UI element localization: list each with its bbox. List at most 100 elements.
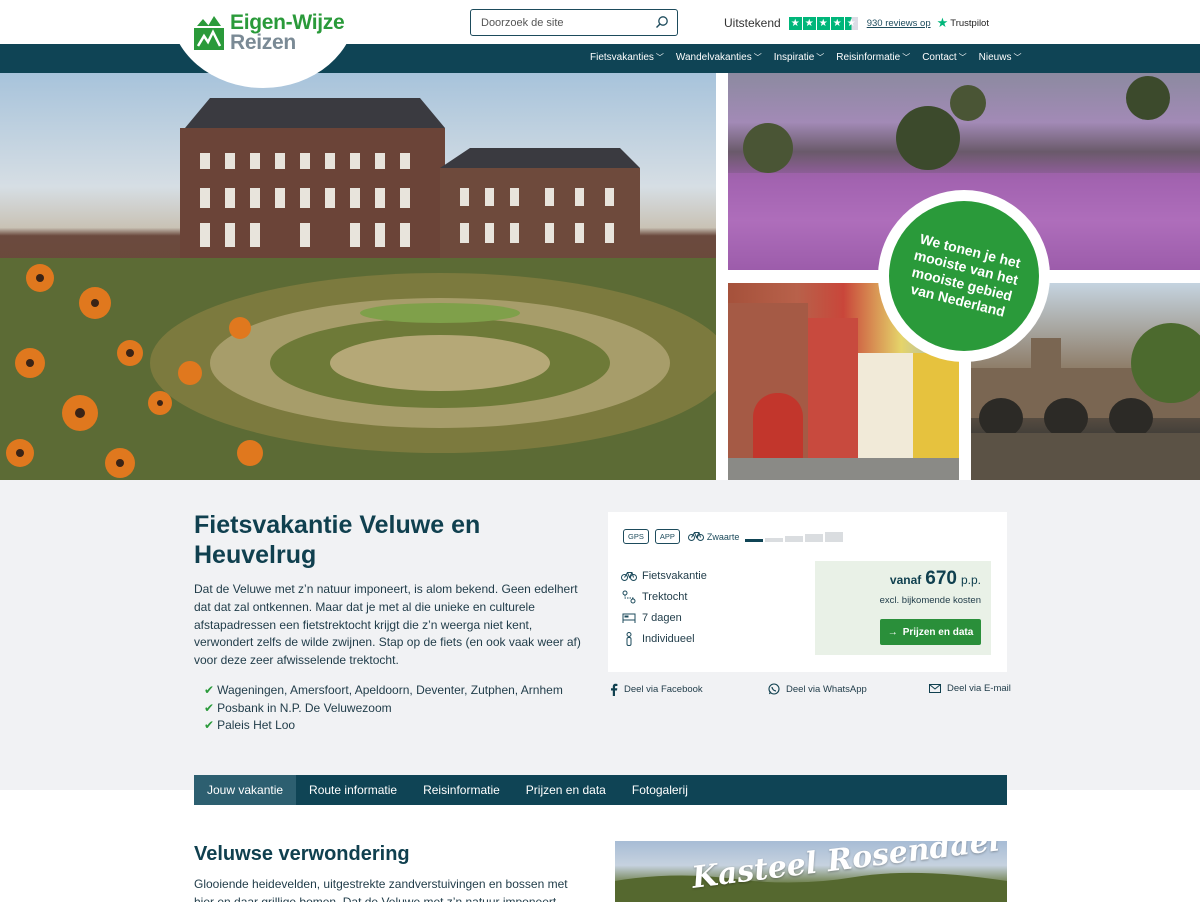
nav-label: Nieuws — [978, 52, 1012, 63]
star-half-icon: ★ — [844, 16, 858, 30]
share-whatsapp-link[interactable]: Deel via WhatsApp — [768, 683, 867, 695]
trip-tags: GPS APP Zwaarte — [623, 529, 845, 544]
feature-label: 7 dagen — [642, 611, 682, 624]
price-unit: p.p. — [960, 573, 981, 587]
difficulty-bar — [805, 533, 824, 542]
main-nav: Fietsvakanties ﹀ Wandelvakanties ﹀ Inspira… — [0, 44, 1200, 73]
highlight-text: Posbank in N.P. De Veluwezoom — [217, 700, 392, 715]
intro-section: Fietsvakantie Veluwe en Heuvelrug Dat de… — [0, 480, 1200, 790]
price-box: vanaf 670 p.p. excl. bijkomende kosten →… — [815, 561, 991, 655]
castle-photo: Kasteel Rosendael — [615, 841, 1007, 902]
difficulty-bars — [745, 531, 845, 542]
tab-prijzen-en-data[interactable]: Prijzen en data — [513, 775, 619, 805]
trustpilot-logo[interactable]: ★ Trustpilot — [937, 15, 989, 31]
highlight-text: Wageningen, Amersfoort, Apeldoorn, Deven… — [217, 683, 563, 697]
star-icon: ★ — [830, 16, 844, 30]
intro-text: Dat de Veluwe met z’n natuur imponeert, … — [194, 582, 581, 668]
list-item: ✔ Wageningen, Amersfoort, Apeldoorn, Deve… — [204, 682, 563, 700]
person-icon — [621, 631, 637, 646]
highlights-list: ✔ Wageningen, Amersfoort, Apeldoorn, Deve… — [204, 682, 563, 735]
nav-label: Fietsvakanties — [590, 52, 654, 63]
tab-route-informatie[interactable]: Route informatie — [296, 775, 410, 805]
chevron-down-icon: ﹀ — [655, 53, 664, 62]
prices-and-dates-button[interactable]: → Prijzen en data — [880, 619, 981, 645]
share-label: Deel via Facebook — [624, 684, 703, 695]
feature-item: Trektocht — [621, 586, 707, 607]
list-item: ✔ Posbank in N.P. De Veluwezoom — [204, 700, 563, 718]
list-item: ✔ Paleis Het Loo — [204, 717, 563, 735]
share-email-link[interactable]: Deel via E-mail — [929, 683, 1011, 694]
hero-collage: We tonen je het mooiste van het mooiste … — [0, 73, 1200, 480]
button-label: Prijzen en data — [902, 626, 974, 638]
facebook-icon — [610, 683, 618, 696]
nav-item-inspiratie[interactable]: Inspiratie ﹀ — [774, 52, 825, 63]
trustpilot-star-icon: ★ — [936, 15, 949, 30]
tag-app: APP — [654, 529, 680, 544]
feature-item: Fietsvakantie — [621, 565, 707, 586]
difficulty-bar — [785, 535, 804, 542]
trustpilot-brand: Trustpilot — [950, 17, 989, 29]
rating-stars: ★ ★ ★ ★ ★ — [788, 16, 859, 30]
star-icon: ★ — [816, 16, 830, 30]
difficulty-bar — [825, 531, 844, 542]
nav-label: Inspiratie — [773, 52, 815, 63]
section-text: Glooiende heidevelden, uitgestrekte zand… — [194, 877, 568, 902]
trip-info-card: GPS APP Zwaarte Fietsvakantie Trektocht … — [608, 512, 1007, 672]
difficulty-label: Zwaarte — [706, 531, 740, 542]
tab-reisinformatie[interactable]: Reisinformatie — [410, 775, 513, 805]
highlight-text: Paleis Het Loo — [217, 718, 296, 732]
nav-label: Reisinformatie — [836, 52, 901, 63]
rating-label: Uitstekend — [724, 16, 781, 30]
search-input[interactable] — [471, 10, 651, 35]
price-note: excl. bijkomende kosten — [879, 595, 981, 606]
promo-badge: We tonen je het mooiste van het mooiste … — [889, 201, 1039, 351]
trip-features: Fietsvakantie Trektocht 7 dagen Individu… — [621, 565, 707, 649]
tab-fotogalerij[interactable]: Fotogalerij — [619, 775, 701, 805]
price-amount: 670 — [925, 568, 957, 589]
top-bar: Eigen-Wijze Reizen Uitstekend ★ ★ ★ ★ ★ … — [0, 0, 1200, 88]
check-icon: ✔ — [204, 683, 215, 697]
bed-icon — [621, 613, 637, 623]
difficulty-bar — [745, 538, 764, 542]
feature-label: Fietsvakantie — [642, 569, 707, 582]
mail-icon — [929, 684, 941, 693]
nav-item-reisinformatie[interactable]: Reisinformatie ﹀ — [836, 52, 910, 63]
route-icon — [621, 590, 637, 604]
logo-icon — [194, 16, 224, 50]
share-label: Deel via E-mail — [947, 683, 1011, 694]
check-icon: ✔ — [204, 718, 215, 732]
site-logo[interactable]: Eigen-Wijze Reizen — [194, 11, 345, 53]
palace-photo — [0, 73, 716, 480]
whatsapp-icon — [768, 683, 780, 695]
nav-label: Wandelvakanties — [675, 52, 752, 63]
search-icon[interactable] — [655, 15, 669, 29]
trustpilot-widget: Uitstekend ★ ★ ★ ★ ★ 930 reviews op ★ Tr… — [724, 15, 989, 31]
tab-jouw-vakantie[interactable]: Jouw vakantie — [194, 775, 297, 805]
star-icon: ★ — [802, 16, 816, 30]
share-label: Deel via WhatsApp — [786, 683, 867, 695]
difficulty-bar — [765, 537, 784, 542]
logo-line-1: Eigen-Wijze — [230, 11, 345, 34]
difficulty-indicator: Zwaarte — [687, 530, 846, 543]
section-title: Veluwse verwondering — [194, 843, 410, 865]
badge-text: We tonen je het mooiste van het mooiste … — [909, 230, 1023, 320]
chevron-down-icon: ﹀ — [816, 53, 825, 62]
nav-item-wandelvakanties[interactable]: Wandelvakanties ﹀ — [676, 52, 762, 63]
search-box — [470, 9, 678, 36]
nav-item-contact[interactable]: Contact ﹀ — [922, 52, 966, 63]
chevron-down-icon: ﹀ — [753, 53, 762, 62]
nav-item-nieuws[interactable]: Nieuws ﹀ — [979, 52, 1022, 63]
feature-item: 7 dagen — [621, 607, 707, 628]
check-icon: ✔ — [204, 700, 215, 715]
chevron-down-icon: ﹀ — [1013, 53, 1022, 62]
chevron-down-icon: ﹀ — [902, 53, 911, 62]
bicycle-icon — [621, 570, 637, 581]
nav-label: Contact — [922, 52, 957, 63]
reviews-link[interactable]: 930 reviews op — [867, 18, 931, 29]
feature-item: Individueel — [621, 628, 707, 649]
share-facebook-link[interactable]: Deel via Facebook — [610, 683, 703, 696]
feature-label: Trektocht — [642, 590, 688, 603]
content-tabs: Jouw vakantie Route informatie Reisinfor… — [194, 775, 1007, 805]
nav-item-fietsvakanties[interactable]: Fietsvakanties ﹀ — [590, 52, 664, 63]
price-line: vanaf 670 p.p. — [890, 568, 981, 590]
